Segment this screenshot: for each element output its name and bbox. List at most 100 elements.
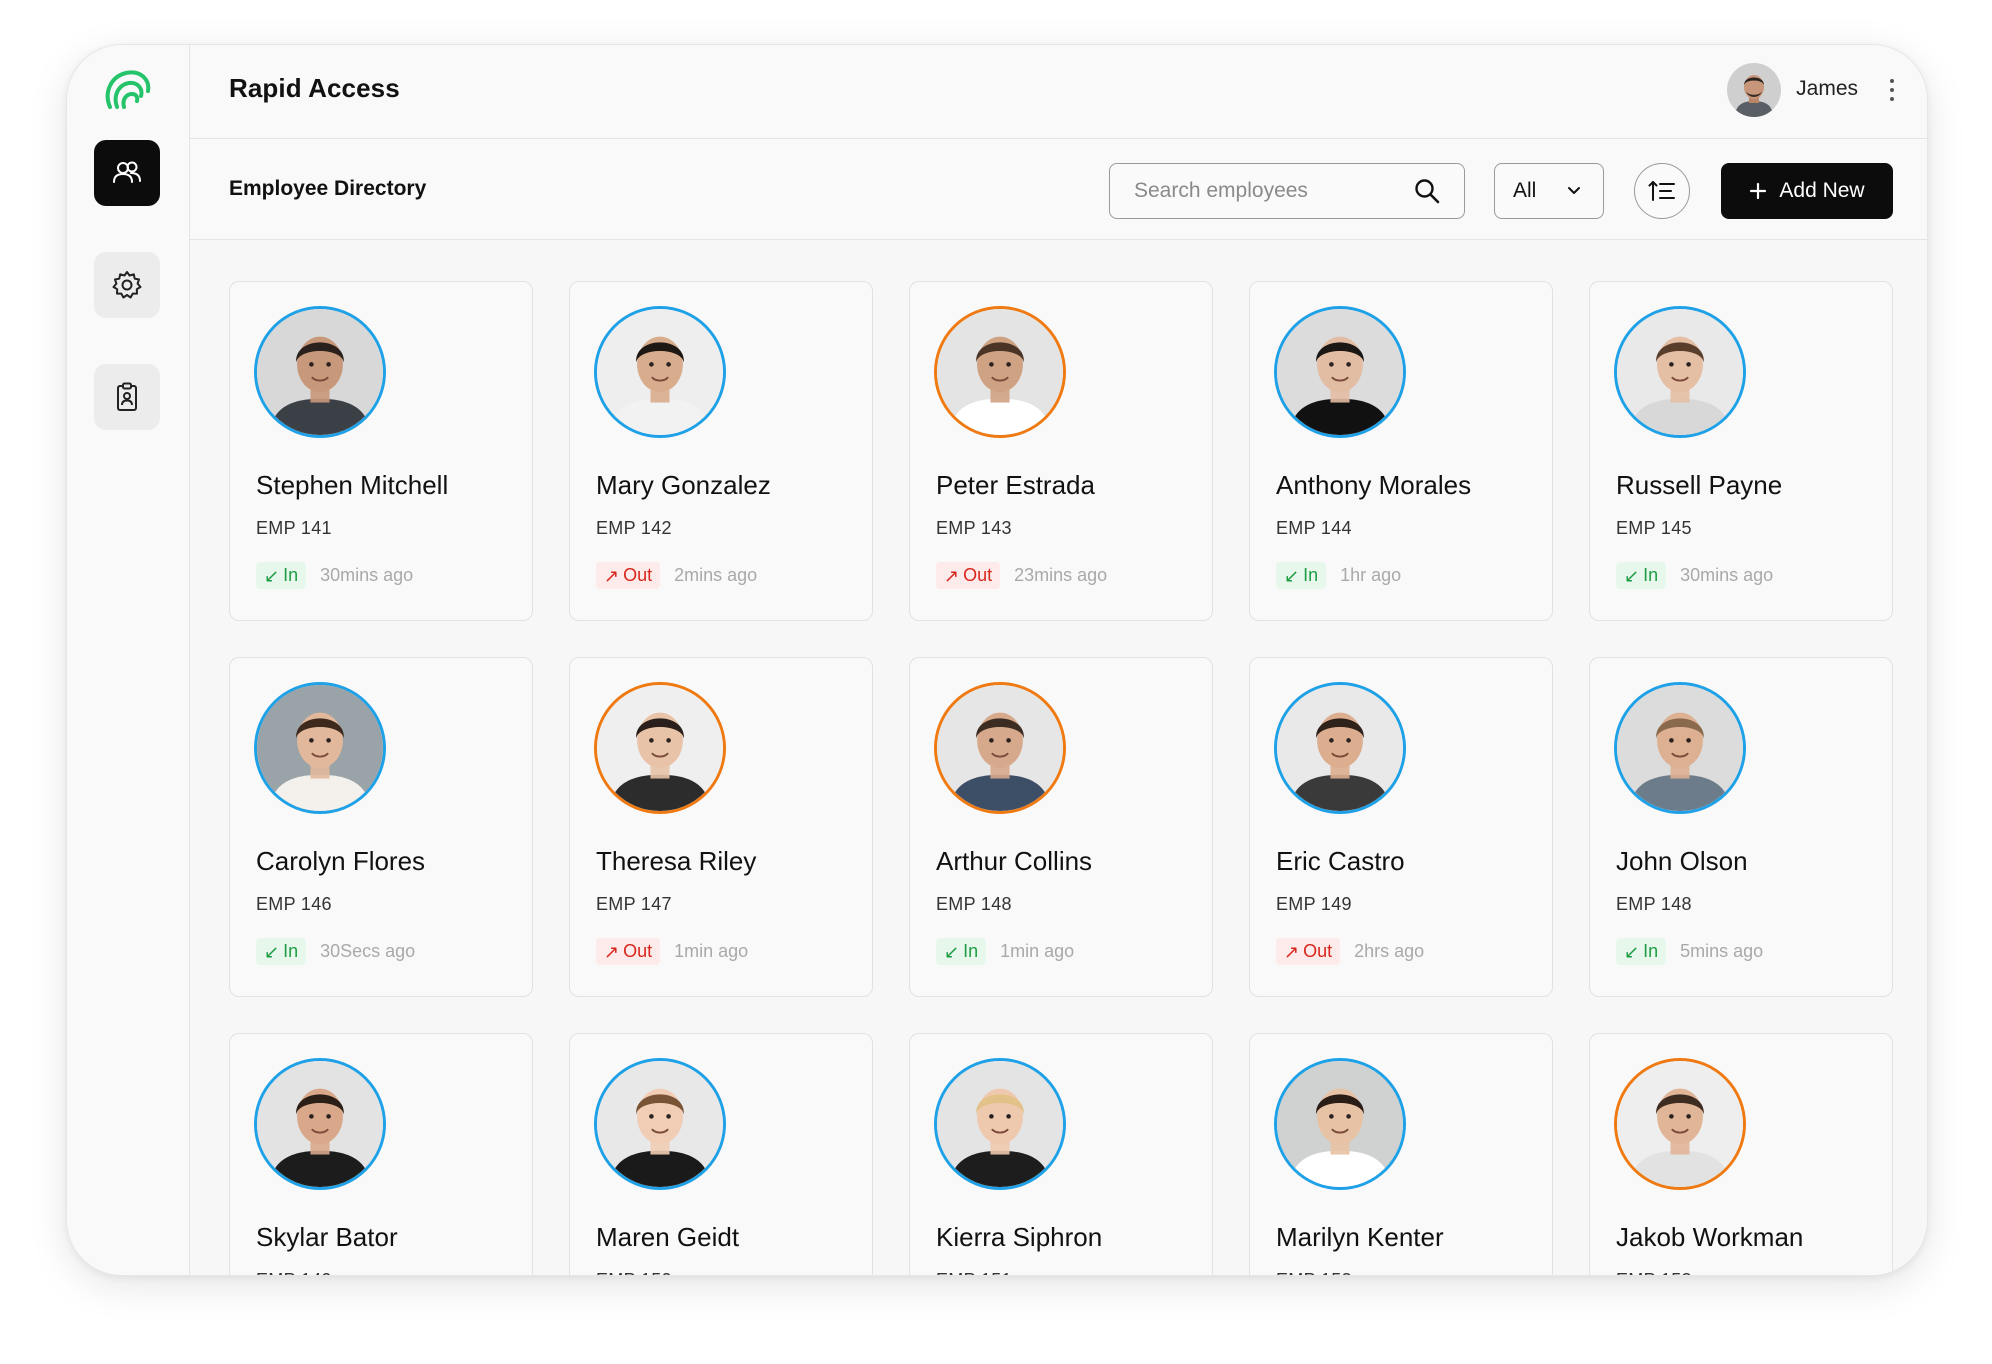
employee-photo [254, 1058, 386, 1190]
status-badge: ↙ In [936, 938, 987, 965]
employee-name: Anthony Morales [1276, 470, 1472, 500]
employee-id: EMP 141 [256, 518, 332, 538]
time-ago: 30mins ago [1680, 565, 1774, 585]
employee-id: EMP 148 [936, 894, 1012, 914]
employee-card[interactable]: Kierra Siphron EMP 151 [909, 1033, 1213, 1275]
status-arrow-icon: ↙ [1624, 941, 1640, 962]
status-label: Out [963, 565, 993, 585]
employee-name: Russell Payne [1616, 470, 1783, 500]
clipboard-badge-icon [117, 382, 137, 411]
status-badge: ↙ In [1276, 562, 1327, 589]
person-portrait-icon [937, 309, 1063, 435]
employee-photo [1274, 1058, 1406, 1190]
toolbar: Employee Directory All [190, 139, 1927, 240]
status-label: In [283, 941, 299, 961]
person-portrait-icon [597, 685, 723, 811]
employee-photo [594, 306, 726, 438]
user-name[interactable]: James [1796, 77, 1858, 101]
time-ago: 30Secs ago [320, 941, 416, 961]
nav-reports[interactable] [94, 364, 160, 430]
time-ago: 5mins ago [1680, 941, 1764, 961]
employee-name: Stephen Mitchell [256, 470, 449, 500]
person-portrait-icon [597, 1061, 723, 1187]
employee-name: Carolyn Flores [256, 846, 426, 876]
person-portrait-icon [1277, 685, 1403, 811]
time-ago: 2mins ago [674, 565, 758, 585]
employee-card[interactable]: John Olson EMP 148 ↙ In 5mins ago [1589, 657, 1893, 997]
status-arrow-icon: ↙ [944, 941, 960, 962]
employee-photo [594, 682, 726, 814]
employee-photo [934, 306, 1066, 438]
employee-card[interactable]: Carolyn Flores EMP 146 ↙ In 30Secs ago [229, 657, 533, 997]
employee-card[interactable]: Stephen Mitchell EMP 141 ↙ In 30mins ago [229, 281, 533, 621]
status-row: ↙ In 30mins ago [1616, 562, 1773, 589]
status-arrow-icon: ↙ [264, 565, 280, 586]
header: Rapid Access James [190, 45, 1927, 139]
status-arrow-icon: ↙ [1284, 565, 1300, 586]
users-icon [113, 161, 141, 183]
sort-button[interactable] [1634, 163, 1690, 219]
status-label: In [1643, 941, 1659, 961]
status-label: In [283, 565, 299, 585]
search-input[interactable] [1110, 164, 1412, 218]
search-icon[interactable] [1412, 176, 1442, 206]
employee-photo [1614, 682, 1746, 814]
employee-name: Mary Gonzalez [596, 470, 771, 500]
employee-card[interactable]: Russell Payne EMP 145 ↙ In 30mins ago [1589, 281, 1893, 621]
employee-card[interactable]: Theresa Riley EMP 147 ↗ Out 1min ago [569, 657, 873, 997]
app-logo-icon[interactable] [100, 63, 156, 119]
employee-card[interactable]: Maren Geidt EMP 150 [569, 1033, 873, 1275]
status-filter-select[interactable]: All [1494, 163, 1604, 219]
status-arrow-icon: ↗ [944, 565, 960, 586]
app-title: Rapid Access [229, 73, 400, 103]
employee-card[interactable]: Jakob Workman EMP 153 [1589, 1033, 1893, 1275]
person-portrait-icon [937, 1061, 1063, 1187]
person-portrait-icon [257, 309, 383, 435]
status-badge: ↙ In [1616, 562, 1667, 589]
employee-card[interactable]: Anthony Morales EMP 144 ↙ In 1hr ago [1249, 281, 1553, 621]
employee-photo [934, 682, 1066, 814]
employee-id: EMP 148 [1616, 894, 1692, 914]
employee-id: EMP 151 [936, 1270, 1012, 1275]
chevron-down-icon [1568, 187, 1580, 194]
employee-card[interactable]: Arthur Collins EMP 148 ↙ In 1min ago [909, 657, 1213, 997]
employee-card[interactable]: Peter Estrada EMP 143 ↗ Out 23mins ago [909, 281, 1213, 621]
employee-id: EMP 152 [1276, 1270, 1352, 1275]
person-portrait-icon [1617, 1061, 1743, 1187]
employee-id: EMP 153 [1616, 1270, 1692, 1275]
status-row: ↗ Out 2mins ago [596, 562, 757, 589]
employee-name: Eric Castro [1276, 846, 1405, 876]
employee-card[interactable]: Mary Gonzalez EMP 142 ↗ Out 2mins ago [569, 281, 873, 621]
employee-name: Jakob Workman [1616, 1222, 1804, 1252]
employee-card[interactable]: Eric Castro EMP 149 ↗ Out 2hrs ago [1249, 657, 1553, 997]
status-label: In [1303, 565, 1319, 585]
status-badge: ↗ Out [1276, 938, 1341, 965]
employee-name: Arthur Collins [936, 846, 1093, 876]
add-new-button[interactable]: Add New [1721, 163, 1893, 219]
status-arrow-icon: ↙ [264, 941, 280, 962]
status-badge: ↗ Out [596, 938, 661, 965]
person-portrait-icon [937, 685, 1063, 811]
nav-employees[interactable] [94, 140, 160, 206]
employee-name: Marilyn Kenter [1276, 1222, 1444, 1252]
person-portrait-icon [597, 309, 723, 435]
search-box[interactable] [1109, 163, 1465, 219]
person-portrait-icon [1277, 1061, 1403, 1187]
nav-settings[interactable] [94, 252, 160, 318]
employee-id: EMP 149 [256, 1270, 332, 1275]
status-label: Out [1303, 941, 1333, 961]
time-ago: 23mins ago [1014, 565, 1108, 585]
sort-list-icon [1648, 181, 1675, 201]
status-row: ↗ Out 2hrs ago [1276, 938, 1424, 965]
employee-card[interactable]: Skylar Bator EMP 149 [229, 1033, 533, 1275]
status-label: Out [623, 565, 653, 585]
employee-card[interactable]: Marilyn Kenter EMP 152 [1249, 1033, 1553, 1275]
status-row: ↗ Out 23mins ago [936, 562, 1107, 589]
employee-id: EMP 146 [256, 894, 332, 914]
status-badge: ↙ In [256, 938, 307, 965]
employee-name: John Olson [1616, 846, 1748, 876]
employee-photo [254, 306, 386, 438]
employee-photo [1274, 306, 1406, 438]
user-avatar[interactable] [1727, 63, 1781, 117]
more-options-icon[interactable] [1885, 73, 1899, 107]
